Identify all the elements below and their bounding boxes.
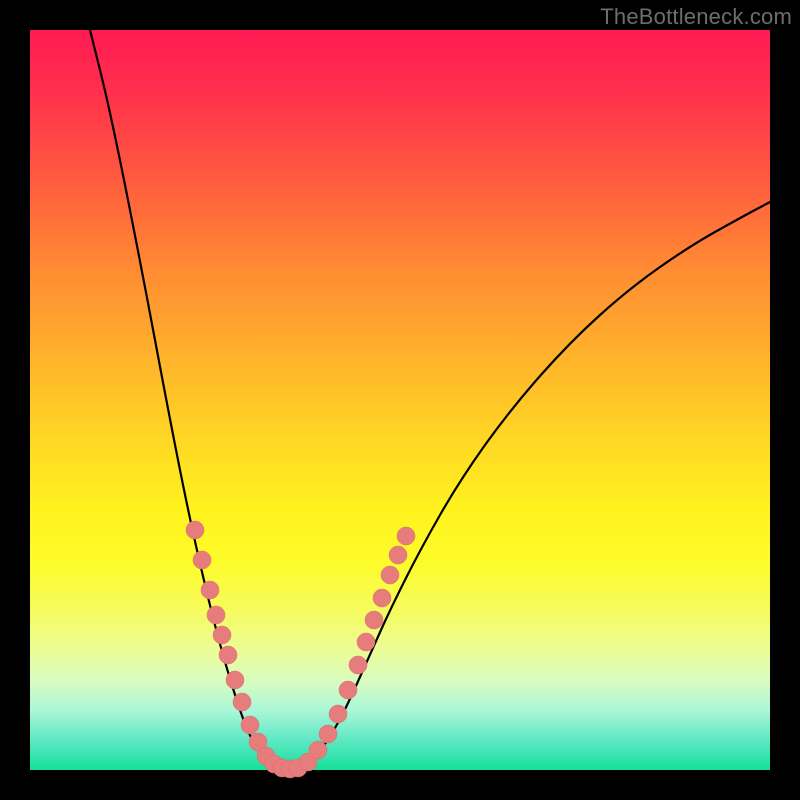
data-marker xyxy=(241,716,259,734)
data-marker xyxy=(226,671,244,689)
data-marker xyxy=(339,681,357,699)
watermark-text: TheBottleneck.com xyxy=(600,4,792,30)
chart-overlay xyxy=(30,30,770,770)
data-marker xyxy=(233,693,251,711)
data-marker xyxy=(213,626,231,644)
data-marker xyxy=(397,527,415,545)
data-marker xyxy=(201,581,219,599)
data-marker xyxy=(309,741,327,759)
data-markers xyxy=(186,521,415,778)
chart-frame: TheBottleneck.com xyxy=(0,0,800,800)
data-marker xyxy=(357,633,375,651)
data-marker xyxy=(381,566,399,584)
data-marker xyxy=(186,521,204,539)
data-marker xyxy=(349,656,367,674)
data-marker xyxy=(373,589,391,607)
data-marker xyxy=(329,705,347,723)
data-marker xyxy=(389,546,407,564)
data-marker xyxy=(319,725,337,743)
data-marker xyxy=(193,551,211,569)
data-marker xyxy=(365,611,383,629)
data-marker xyxy=(219,646,237,664)
plot-area xyxy=(30,30,770,770)
data-marker xyxy=(207,606,225,624)
bottleneck-curve xyxy=(90,30,770,769)
